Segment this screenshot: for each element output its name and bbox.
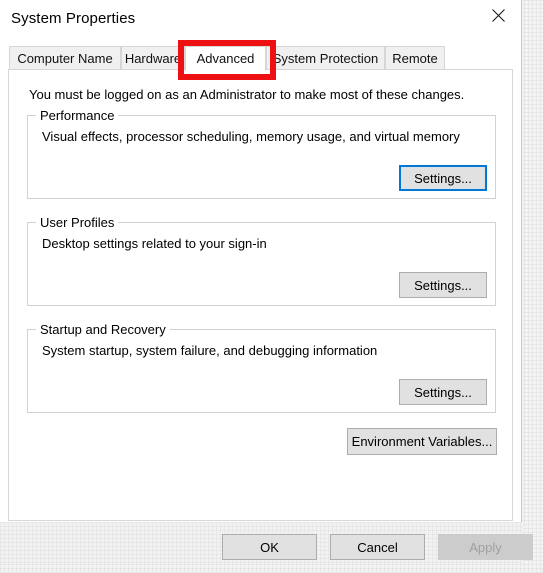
user-profiles-group: User Profiles Desktop settings related t… [27, 215, 496, 306]
dialog-titlebar: System Properties [0, 0, 521, 42]
tab-advanced[interactable]: Advanced [185, 46, 266, 71]
tab-computer-name[interactable]: Computer Name [9, 46, 121, 70]
startup-and-recovery-settings-button[interactable]: Settings... [399, 379, 487, 405]
tab-hardware[interactable]: Hardware [121, 46, 185, 70]
desktop-backdrop: System Properties Computer Name Hardware… [0, 0, 543, 573]
user-profiles-group-legend: User Profiles [36, 215, 119, 230]
ok-button[interactable]: OK [222, 534, 317, 560]
cancel-button[interactable]: Cancel [330, 534, 425, 560]
dialog-title: System Properties [11, 10, 136, 27]
tab-strip: Computer Name Hardware Advanced System P… [0, 42, 522, 71]
administrator-note: You must be logged on as an Administrato… [29, 87, 465, 102]
apply-button: Apply [438, 534, 533, 560]
close-icon[interactable] [476, 0, 521, 30]
performance-group-description: Visual effects, processor scheduling, me… [42, 129, 460, 144]
environment-variables-button[interactable]: Environment Variables... [347, 428, 497, 455]
startup-and-recovery-group: Startup and Recovery System startup, sys… [27, 322, 496, 413]
clipped-background-text: nnnnnnnn n nnnn nn nnnnnnn nnnn [14, 563, 254, 573]
user-profiles-settings-button[interactable]: Settings... [399, 272, 487, 298]
dialog-footer: OK Cancel Apply [0, 522, 533, 563]
startup-and-recovery-group-legend: Startup and Recovery [36, 322, 170, 337]
system-properties-dialog: System Properties Computer Name Hardware… [0, 0, 533, 563]
clipped-background-text-value: nnnnnnnn n nnnn nn nnnnnnn nnnn [14, 563, 254, 566]
user-profiles-group-description: Desktop settings related to your sign-in [42, 236, 267, 251]
advanced-tab-panel: You must be logged on as an Administrato… [8, 69, 513, 521]
performance-settings-button[interactable]: Settings... [399, 165, 487, 191]
performance-group: Performance Visual effects, processor sc… [27, 108, 496, 199]
performance-group-legend: Performance [36, 108, 119, 123]
startup-and-recovery-group-description: System startup, system failure, and debu… [42, 343, 378, 358]
tab-remote[interactable]: Remote [385, 46, 445, 70]
tab-system-protection[interactable]: System Protection [266, 46, 385, 70]
